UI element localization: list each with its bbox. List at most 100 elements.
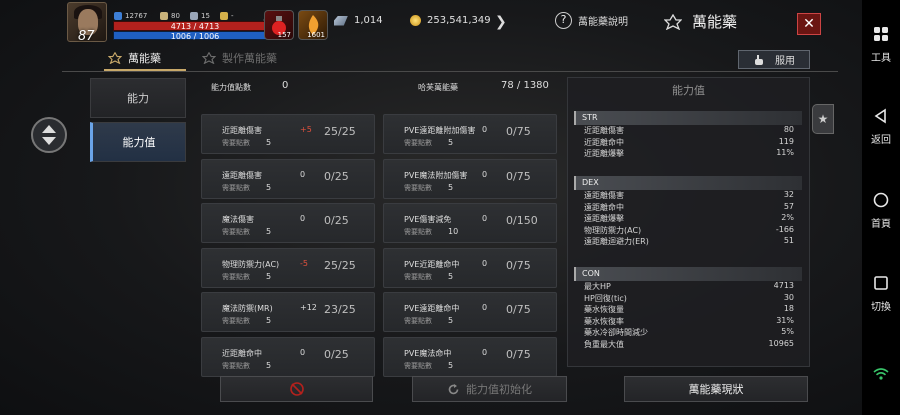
stats-row-label: 負重最大值 bbox=[584, 339, 624, 349]
grid-apps-icon bbox=[874, 27, 888, 41]
stat-card[interactable]: 魔法傷害 需要點數 5 0 0/25 bbox=[201, 203, 375, 243]
bottom-bar: 能力值初始化 萬能藥現狀 bbox=[62, 374, 838, 415]
stat-card-bonus: 0 bbox=[482, 169, 488, 179]
stats-row-value: 5% bbox=[781, 327, 794, 336]
points-label: 能力值點數 bbox=[211, 83, 251, 92]
tab-panacea[interactable]: 萬能藥 bbox=[108, 50, 161, 66]
stats-row: 遠距離命中 57 bbox=[574, 202, 802, 214]
locked-button[interactable] bbox=[220, 376, 373, 402]
stat-card[interactable]: PVE魔法命中 需要點數 5 0 0/75 bbox=[383, 336, 557, 377]
stat-card-name: 近距離傷害 bbox=[222, 126, 262, 135]
recents-square-icon bbox=[874, 276, 888, 290]
use-button[interactable]: 服用 bbox=[738, 50, 810, 69]
stats-row: 遠距離迴避力(ER) 51 bbox=[574, 236, 802, 248]
side-item-stats[interactable]: 能力值 bbox=[90, 122, 186, 162]
gem-icon bbox=[114, 12, 122, 20]
stats-row: 藥水恢復量 18 bbox=[574, 304, 802, 316]
close-button[interactable]: ✕ bbox=[797, 13, 821, 35]
stat-card[interactable]: 魔法防禦(MR) 需要點數 5 +12 23/25 bbox=[201, 292, 375, 332]
stat-card-name: PVE遠距離命中 bbox=[404, 304, 460, 313]
no-entry-icon bbox=[289, 382, 304, 396]
arrow-up-icon bbox=[42, 125, 56, 133]
stat-card[interactable]: PVE魔法附加傷害 需要點數 5 0 0/75 bbox=[383, 158, 557, 199]
stat-card-progress: 0/150 bbox=[506, 214, 538, 227]
potion-quickslot[interactable]: 157 bbox=[264, 10, 294, 40]
tab-panacea-label: 萬能藥 bbox=[128, 52, 161, 65]
stat-card-progress: 0/25 bbox=[324, 347, 349, 361]
stat-c: 15 bbox=[190, 12, 210, 20]
scroll-quickslot[interactable]: 1601 bbox=[298, 10, 328, 40]
stat-card-name: PVE近距離命中 bbox=[404, 259, 460, 269]
stats-section-header: STR bbox=[574, 111, 802, 125]
panacea-status-button[interactable]: 萬能藥現狀 bbox=[624, 376, 808, 402]
stats-row-label: 最大HP bbox=[584, 282, 611, 291]
android-nav-bar: 工具 返回 首頁 切換 bbox=[862, 0, 900, 415]
stat-card[interactable]: PVE近距離命中 需要點數 5 0 0/75 bbox=[383, 247, 557, 288]
stat-card-progress: 25/25 bbox=[324, 125, 356, 138]
stat-card-required-label: 需要點數 bbox=[222, 317, 250, 325]
stats-row-label: 遠距離爆擊 bbox=[584, 214, 624, 223]
stats-row: 遠距離傷害 32 bbox=[574, 190, 802, 202]
stat-d-value: - bbox=[231, 12, 234, 20]
stats-panel-title: 能力值 bbox=[672, 84, 705, 97]
stat-card-name: 近距離命中 bbox=[222, 348, 262, 358]
stats-row-value: 2% bbox=[781, 213, 794, 222]
stat-card[interactable]: PVE遠距離命中 需要點數 5 0 0/75 bbox=[383, 292, 557, 332]
stat-card[interactable]: PVE傷害減免 需要點數 10 0 0/150 bbox=[383, 203, 557, 243]
stats-row-value: 30 bbox=[783, 292, 794, 302]
reset-stats-button[interactable]: 能力值初始化 bbox=[412, 376, 567, 402]
stat-card[interactable]: 物理防禦力(AC) 需要點數 5 -5 25/25 bbox=[201, 247, 375, 288]
resource-expand-arrow-icon[interactable]: ❯ bbox=[495, 14, 507, 30]
points-value: 0 bbox=[282, 80, 289, 91]
stat-b: 80 bbox=[160, 12, 180, 20]
stat-card-required-points: 5 bbox=[266, 360, 272, 370]
nav-switch[interactable]: 切換 bbox=[862, 275, 900, 313]
stats-row-value: 51 bbox=[783, 236, 794, 245]
stats-row-label: 遠距離傷害 bbox=[584, 191, 624, 200]
nav-tools[interactable]: 工具 bbox=[862, 26, 900, 64]
stat-card[interactable]: 近距離傷害 需要點數 5 +5 25/25 bbox=[201, 114, 375, 154]
stat-card-progress: 0/75 bbox=[506, 303, 531, 316]
gold-count: 253,541,349 bbox=[427, 15, 491, 26]
favorite-star-icon[interactable]: ★ bbox=[812, 104, 834, 134]
side-item-ability[interactable]: 能力 bbox=[90, 78, 186, 118]
panacea-tab-icon bbox=[108, 52, 122, 64]
stats-row-value: 10965 bbox=[768, 338, 794, 348]
stat-card-name: 遠距離傷害 bbox=[222, 170, 262, 180]
page-title-text: 萬能藥 bbox=[692, 13, 738, 31]
stat-card-bonus: 0 bbox=[482, 214, 488, 223]
stat-card-bonus: 0 bbox=[482, 303, 488, 312]
help-button[interactable]: ? 萬能藥說明 bbox=[555, 12, 628, 29]
help-label: 萬能藥說明 bbox=[578, 17, 628, 28]
stats-row-label: 藥水冷卻時間減少 bbox=[584, 328, 648, 337]
stat-card-progress: 0/75 bbox=[506, 347, 531, 361]
stat-card-bonus: -5 bbox=[300, 258, 308, 268]
nav-home[interactable]: 首頁 bbox=[862, 192, 900, 230]
reset-stats-label: 能力值初始化 bbox=[466, 383, 532, 396]
stat-card[interactable]: 遠距離傷害 需要點數 5 0 0/25 bbox=[201, 158, 375, 199]
stat-card-progress: 0/75 bbox=[506, 125, 531, 138]
stat-card-name: 魔法傷害 bbox=[222, 215, 254, 224]
nav-back[interactable]: 返回 bbox=[862, 108, 900, 146]
stat-b-value: 80 bbox=[171, 12, 180, 20]
stat-card-required-points: 5 bbox=[266, 227, 272, 236]
stats-row: 近距離傷害 80 bbox=[574, 125, 802, 137]
stat-card-progress: 0/25 bbox=[324, 214, 349, 227]
stats-row: 藥水冷卻時間減少 5% bbox=[574, 327, 802, 339]
tab-craft[interactable]: 製作萬能藥 bbox=[202, 50, 277, 66]
stat-card-required-label: 需要點數 bbox=[222, 361, 250, 370]
stat-card[interactable]: 近距離命中 需要點數 5 0 0/25 bbox=[201, 336, 375, 377]
diamond-count: 1,014 bbox=[354, 15, 383, 26]
scroll-toggle-button[interactable] bbox=[31, 117, 67, 153]
use-button-label: 服用 bbox=[775, 56, 795, 67]
nav-switch-label: 切換 bbox=[871, 302, 891, 313]
stat-card-required-points: 5 bbox=[266, 316, 272, 325]
stats-section: STR 近距離傷害 80 近距離命中 119 近距離爆擊 11% bbox=[574, 111, 802, 160]
nav-home-label: 首頁 bbox=[871, 219, 891, 230]
refresh-icon bbox=[448, 383, 459, 394]
stats-panel: 能力值 STR 近距離傷害 80 近距離命中 119 近距離爆擊 11% DEX 遠距離傷害 32… bbox=[567, 77, 810, 367]
stat-card[interactable]: PVE遠距離附加傷害 需要點數 5 0 0/75 bbox=[383, 114, 557, 154]
stats-row: 遠距離爆擊 2% bbox=[574, 213, 802, 225]
character-portrait[interactable]: 87 bbox=[67, 2, 107, 44]
stats-section: CON 最大HP 4713 HP回復(tic) 30 藥水恢復量 18 藥水恢復率 31% 藥水冷… bbox=[574, 267, 802, 350]
